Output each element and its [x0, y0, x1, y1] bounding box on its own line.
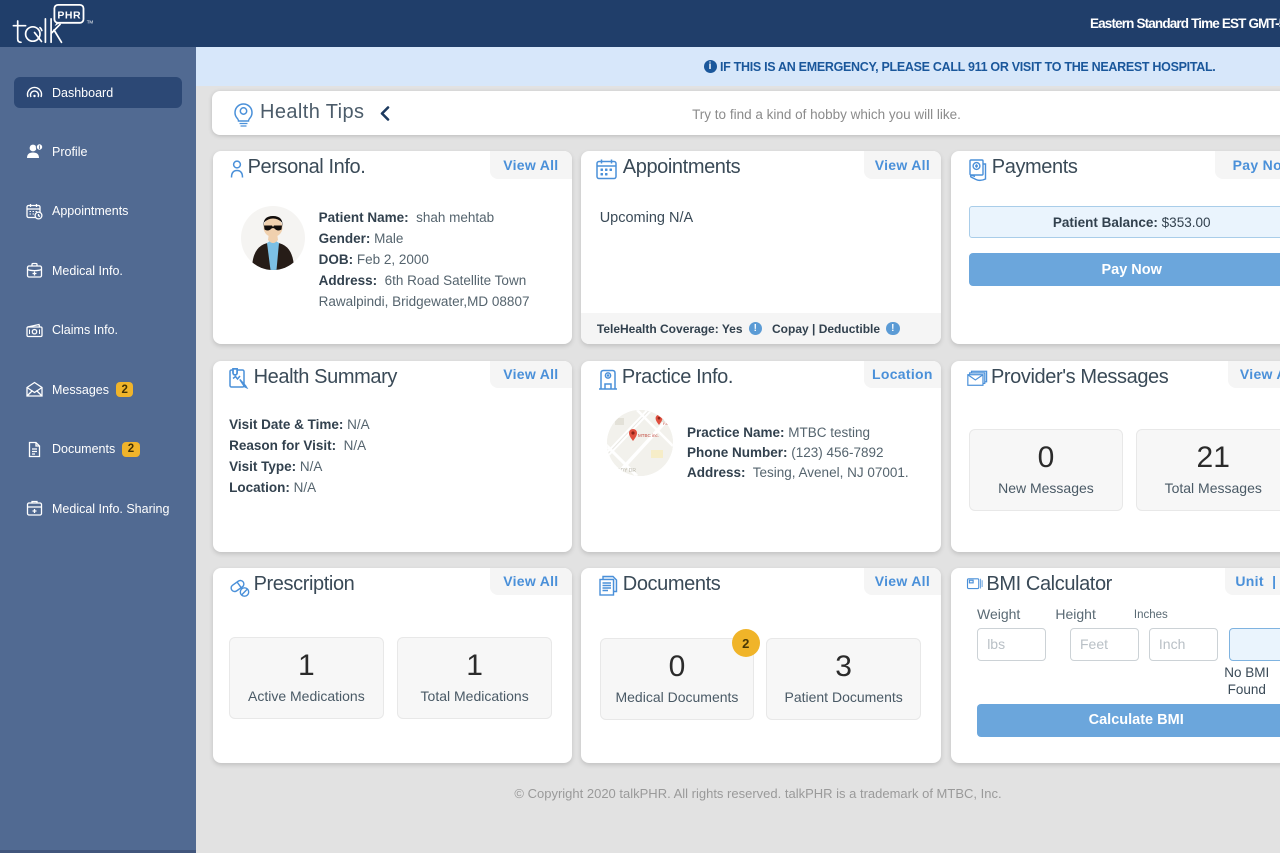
svg-text:TM: TM — [87, 20, 94, 25]
svg-text:MADY DR: MADY DR — [613, 468, 636, 474]
svg-text:PHR: PHR — [57, 10, 81, 22]
svg-text:Far: Far — [663, 421, 670, 426]
svg-text:MTBC inc.: MTBC inc. — [638, 433, 659, 438]
